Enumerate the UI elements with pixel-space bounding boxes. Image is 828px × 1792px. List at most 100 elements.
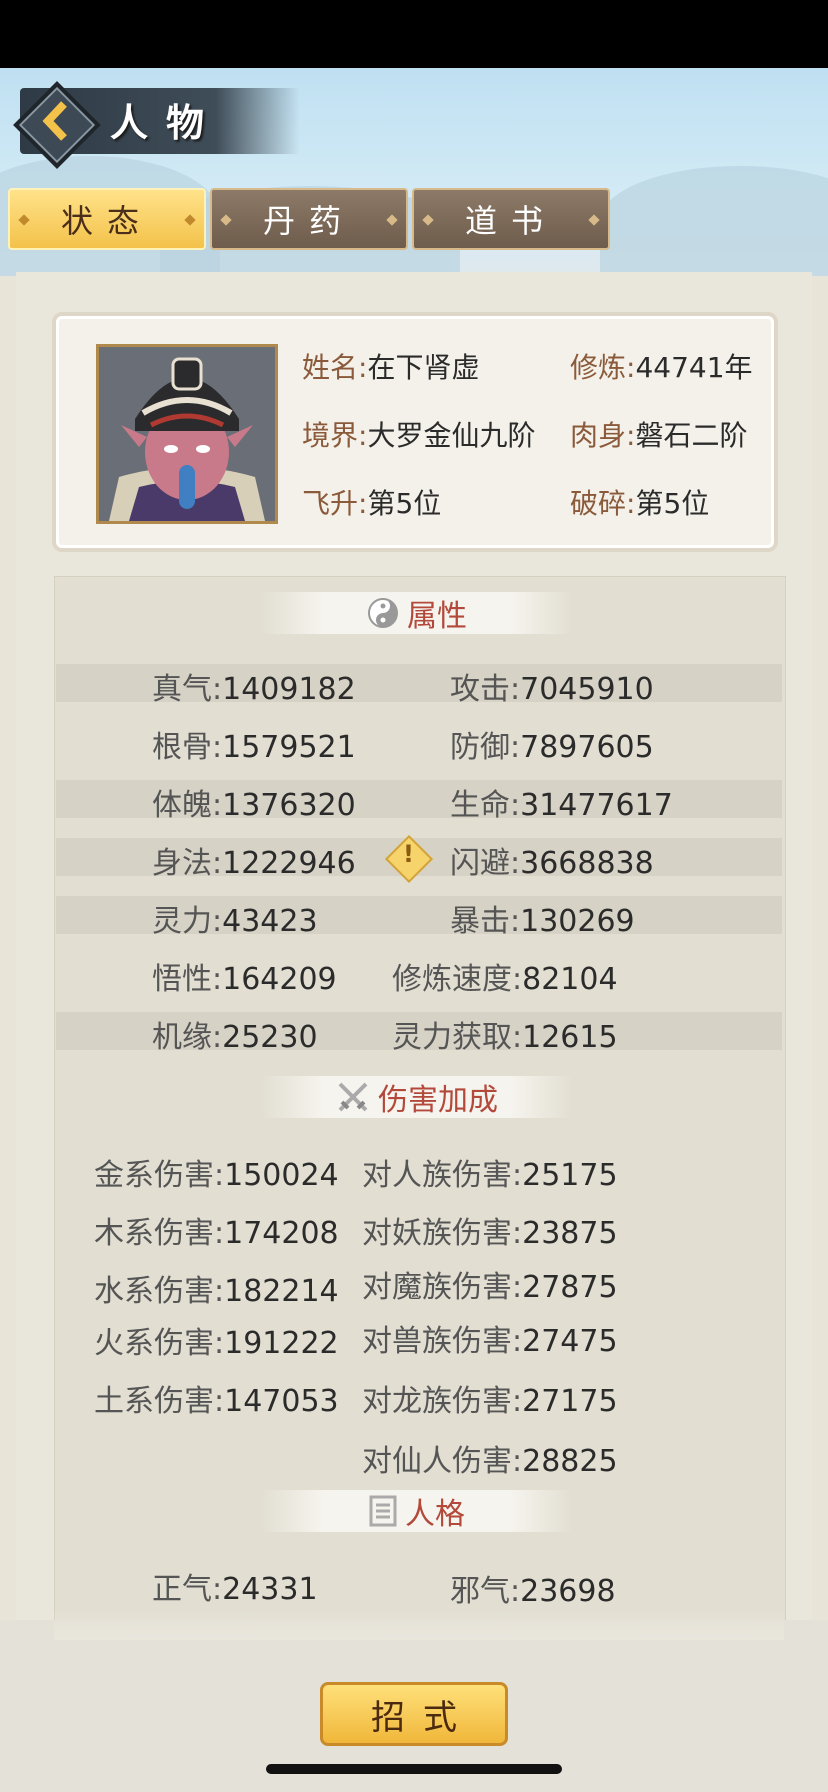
stat-key: 正气: [152,1572,223,1607]
stat-value: 130269 [520,904,635,939]
stat-water-damage: 水系伤害:182214 [94,1266,339,1310]
profile-ascend: 飞升:第5位 [302,482,441,522]
back-button[interactable] [13,81,101,169]
stat-value: 28825 [522,1444,618,1479]
stat-key: 邪气: [450,1574,521,1609]
stat-key: 对妖族伤害: [362,1216,523,1251]
stat-lingli: 灵力:43423 [152,896,318,940]
section-header-personality: 人格 [262,1490,572,1532]
stat-value: 164209 [222,962,337,997]
stat-key: 对兽族伤害: [362,1324,523,1359]
character-portrait-icon [99,347,275,521]
tab-status[interactable]: 状态 [8,188,206,250]
stat-crit: 暴击:130269 [450,896,635,940]
stat-wood-damage: 木系伤害:174208 [94,1208,339,1252]
stat-value: 82104 [522,962,618,997]
stat-attack: 攻击:7045910 [450,664,654,708]
profile-cultivation-value: 44741年 [635,351,753,384]
stat-metal-damage: 金系伤害:150024 [94,1150,339,1194]
home-indicator[interactable] [266,1764,562,1774]
section-header-attributes: 属性 [262,592,572,634]
tab-label: 丹药 [262,202,355,240]
stat-vs-demon: 对妖族伤害:23875 [362,1208,618,1252]
stat-key: 闪避: [450,846,521,881]
stat-value: 150024 [224,1158,339,1193]
profile-ascend-value: 第5位 [367,487,442,520]
tab-label: 道书 [464,202,557,240]
stat-lingli-gain: 灵力获取:12615 [392,1012,618,1056]
stat-key: 攻击: [450,672,521,707]
profile-name: 姓名:在下肾虚 [302,346,479,386]
stat-value: 25230 [222,1020,318,1055]
stat-key: 火系伤害: [94,1326,225,1361]
profile-body-value: 磐石二阶 [635,419,748,452]
warning-icon-glyph: ! [403,840,414,868]
stat-value: 174208 [224,1216,339,1251]
stat-key: 木系伤害: [94,1216,225,1251]
stat-key: 金系伤害: [94,1158,225,1193]
section-header-damage: 伤害加成 [262,1076,572,1118]
stat-value: 1579521 [222,730,356,765]
stat-value: 7897605 [520,730,654,765]
profile-body-label: 肉身: [570,419,636,452]
stat-righteous: 正气:24331 [152,1564,318,1608]
stat-key: 灵力获取: [392,1020,523,1055]
stat-value: 23875 [522,1216,618,1251]
skills-button[interactable]: 招式 [320,1682,508,1746]
stat-gengu: 根骨:1579521 [152,722,356,766]
section-title: 属性 [407,599,467,634]
stat-vs-human: 对人族伤害:25175 [362,1150,618,1194]
stat-value: 23698 [520,1574,616,1609]
stat-key: 防御: [450,730,521,765]
stat-value: 147053 [224,1384,339,1419]
stat-key: 水系伤害: [94,1274,225,1309]
profile-cultivation-label: 修炼: [570,351,636,384]
tab-ornament [18,214,30,226]
stat-earth-damage: 土系伤害:147053 [94,1376,339,1420]
tab-pills[interactable]: 丹药 [210,188,408,250]
chevron-left-icon [42,101,67,141]
stat-key: 灵力: [152,904,223,939]
stat-value: 1222946 [222,846,356,881]
profile-realm: 境界:大罗金仙九阶 [302,414,535,454]
yin-yang-icon [368,598,398,628]
stat-key: 悟性: [152,962,223,997]
section-title: 伤害加成 [378,1083,498,1118]
stat-value: 7045910 [520,672,654,707]
profile-body: 肉身:磐石二阶 [570,414,747,454]
avatar[interactable] [96,344,278,524]
stat-zhenqi: 真气:1409182 [152,664,356,708]
stat-value: 27175 [522,1384,618,1419]
stat-tipo: 体魄:1376320 [152,780,356,824]
stat-defense: 防御:7897605 [450,722,654,766]
tab-ornament [422,214,434,226]
stat-value: 12615 [522,1020,618,1055]
stat-value: 182214 [224,1274,339,1309]
profile-shatter: 破碎:第5位 [570,482,709,522]
stat-wuxing: 悟性:164209 [152,954,337,998]
tab-books[interactable]: 道书 [412,188,610,250]
profile-realm-label: 境界: [302,419,368,452]
stat-jiyuan: 机缘:25230 [152,1012,318,1056]
crossed-swords-icon [338,1082,368,1112]
profile-shatter-label: 破碎: [570,487,636,520]
stat-value: 43423 [222,904,318,939]
stat-value: 1409182 [222,672,356,707]
page-title: 人物 [110,100,223,145]
stat-vs-immortal: 对仙人伤害:28825 [362,1436,618,1480]
stat-evil: 邪气:23698 [450,1566,616,1610]
section-title: 人格 [405,1497,465,1532]
book-icon [369,1495,397,1527]
stat-value: 3668838 [520,846,654,881]
stat-key: 暴击: [450,904,521,939]
profile-ascend-label: 飞升: [302,487,368,520]
tab-ornament [220,214,232,226]
stat-value: 31477617 [520,788,673,823]
stat-key: 根骨: [152,730,223,765]
stat-value: 27475 [522,1324,618,1359]
stat-key: 真气: [152,672,223,707]
tab-bar: 状态 丹药 道书 [8,188,610,252]
stat-key: 身法: [152,846,223,881]
stat-value: 27875 [522,1270,618,1305]
stat-value: 25175 [522,1158,618,1193]
